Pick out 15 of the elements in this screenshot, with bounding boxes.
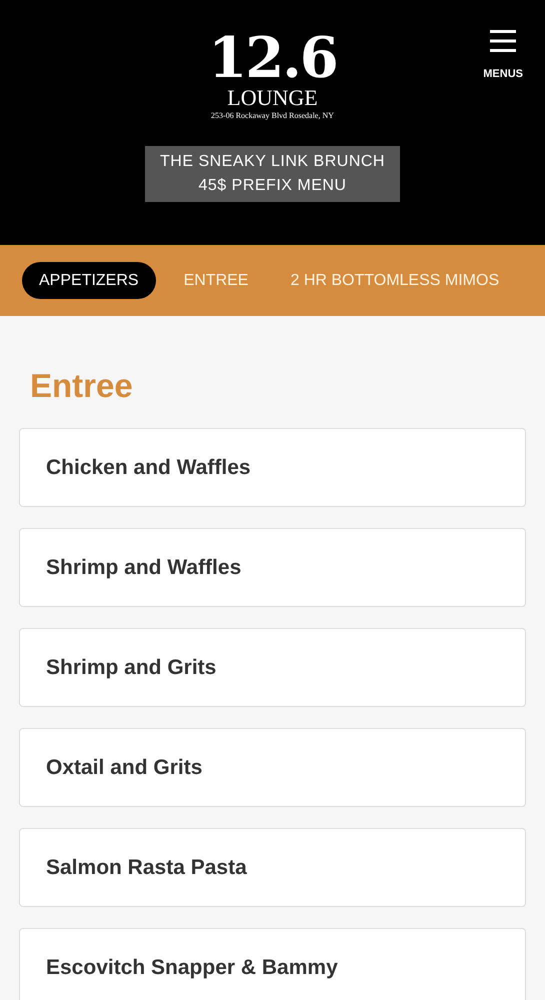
menu-item-card[interactable]: Chicken and Waffles [19, 428, 526, 507]
menu-item-card[interactable]: Shrimp and Grits [19, 628, 526, 707]
menu-item-card[interactable]: Salmon Rasta Pasta [19, 828, 526, 907]
logo-address: 253-06 Rockaway Blvd Rosedale, NY [211, 110, 334, 122]
section-heading: Entree [29, 366, 134, 406]
menu-icon [490, 30, 516, 52]
logo-name: LOUNGE [227, 86, 318, 110]
menu-item-card[interactable]: Oxtail and Grits [19, 728, 526, 807]
banner-text: 45$ PREFIX MENU [198, 176, 346, 196]
menu-item-card[interactable]: Escovitch Snapper & Bammy [19, 928, 526, 1000]
logo-mark: 12.6 [208, 30, 337, 86]
menus-button[interactable]: MENUS [483, 30, 523, 82]
category-tab[interactable]: APPETIZERS [22, 262, 156, 299]
menu-item-card[interactable]: Shrimp and Waffles [19, 528, 526, 607]
banner-text: THE SNEAKY LINK BRUNCH [160, 152, 385, 172]
